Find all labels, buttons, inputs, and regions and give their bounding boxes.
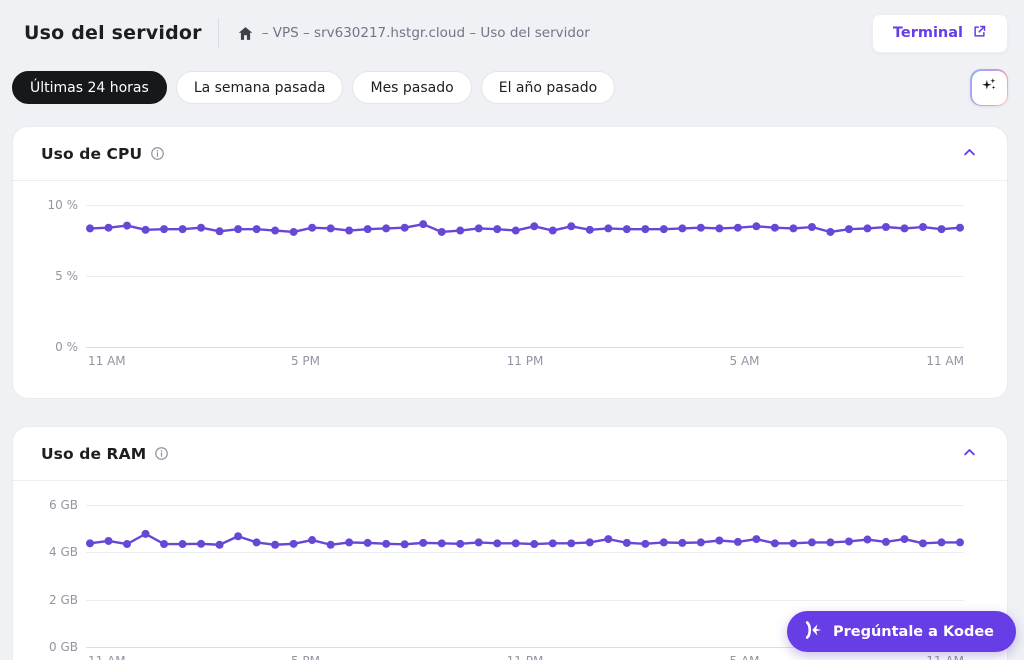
sparkles-icon (979, 75, 1000, 100)
home-icon[interactable] (237, 25, 254, 42)
info-icon[interactable] (150, 146, 165, 161)
info-icon[interactable] (154, 446, 169, 461)
filter-last-month[interactable]: Mes pasado (352, 71, 471, 104)
ask-kodee-button[interactable]: Pregúntale a Kodee (787, 611, 1016, 652)
y-tick-label: 4 GB (36, 545, 78, 559)
breadcrumb-text: – VPS – srv630217.hstgr.cloud – Uso del … (262, 25, 590, 41)
x-tick-label: 11 PM (507, 654, 544, 660)
plot-area: 10 %5 %0 % (86, 205, 964, 347)
cpu-card-title: Uso de CPU (41, 145, 142, 163)
page-header: Uso del servidor – VPS – srv630217.hstgr… (24, 14, 1008, 52)
filter-last-24-hours[interactable]: Últimas 24 horas (12, 71, 167, 104)
time-range-filters: Últimas 24 horas La semana pasada Mes pa… (12, 69, 1008, 106)
x-axis-labels: 11 AM 5 PM 11 PM 5 AM 11 AM (86, 354, 964, 370)
x-tick-label: 5 AM (729, 654, 759, 660)
filter-last-year[interactable]: El año pasado (481, 71, 615, 104)
cpu-chart-body: 10 %5 %0 % 11 AM5 PM11 PM5 AM11 AM (13, 181, 1007, 398)
external-link-icon (972, 24, 987, 43)
x-tick-label: 11 AM (926, 354, 964, 368)
x-tick-label: 5 PM (291, 654, 320, 660)
x-tick-label: 5 AM (729, 354, 759, 368)
y-tick-label: 5 % (36, 269, 78, 283)
y-tick-label: 6 GB (36, 498, 78, 512)
cpu-chart: 10 %5 %0 % 11 AM 5 PM 11 PM 5 AM 11 AM (86, 205, 964, 370)
cpu-collapse-chevron[interactable] (958, 141, 981, 167)
chevron-up-icon (962, 445, 977, 463)
cpu-card-header: Uso de CPU (13, 127, 1007, 181)
header-divider (218, 18, 219, 48)
filter-last-week[interactable]: La semana pasada (176, 71, 344, 104)
breadcrumb: – VPS – srv630217.hstgr.cloud – Uso del … (237, 25, 590, 42)
gridline (86, 347, 964, 348)
x-axis-labels: 11 AM 5 PM 11 PM 5 AM 11 AM (86, 654, 964, 660)
chevron-up-icon (962, 145, 977, 163)
y-tick-label: 0 GB (36, 640, 78, 654)
terminal-button[interactable]: Terminal (872, 14, 1008, 53)
x-tick-label: 11 AM (926, 654, 964, 660)
ram-card-header: Uso de RAM (13, 427, 1007, 481)
x-tick-label: 11 AM (88, 654, 126, 660)
x-tick-label: 11 AM (88, 354, 126, 368)
x-tick-label: 5 PM (291, 354, 320, 368)
x-tick-label: 11 PM (507, 354, 544, 368)
server-usage-page: Uso del servidor – VPS – srv630217.hstgr… (0, 0, 1024, 660)
y-tick-label: 10 % (36, 198, 78, 212)
ai-assistant-button[interactable] (970, 69, 1008, 106)
kodee-icon (801, 619, 823, 645)
terminal-button-label: Terminal (893, 25, 963, 41)
ram-card-title: Uso de RAM (41, 445, 146, 463)
cpu-usage-card: Uso de CPU 10 %5 %0 % 11 AM5 PM11 PM5 AM… (12, 126, 1008, 399)
ram-collapse-chevron[interactable] (958, 441, 981, 467)
ask-kodee-label: Pregúntale a Kodee (833, 624, 994, 640)
y-tick-label: 0 % (36, 340, 78, 354)
page-title: Uso del servidor (24, 22, 202, 44)
y-tick-label: 2 GB (36, 593, 78, 607)
